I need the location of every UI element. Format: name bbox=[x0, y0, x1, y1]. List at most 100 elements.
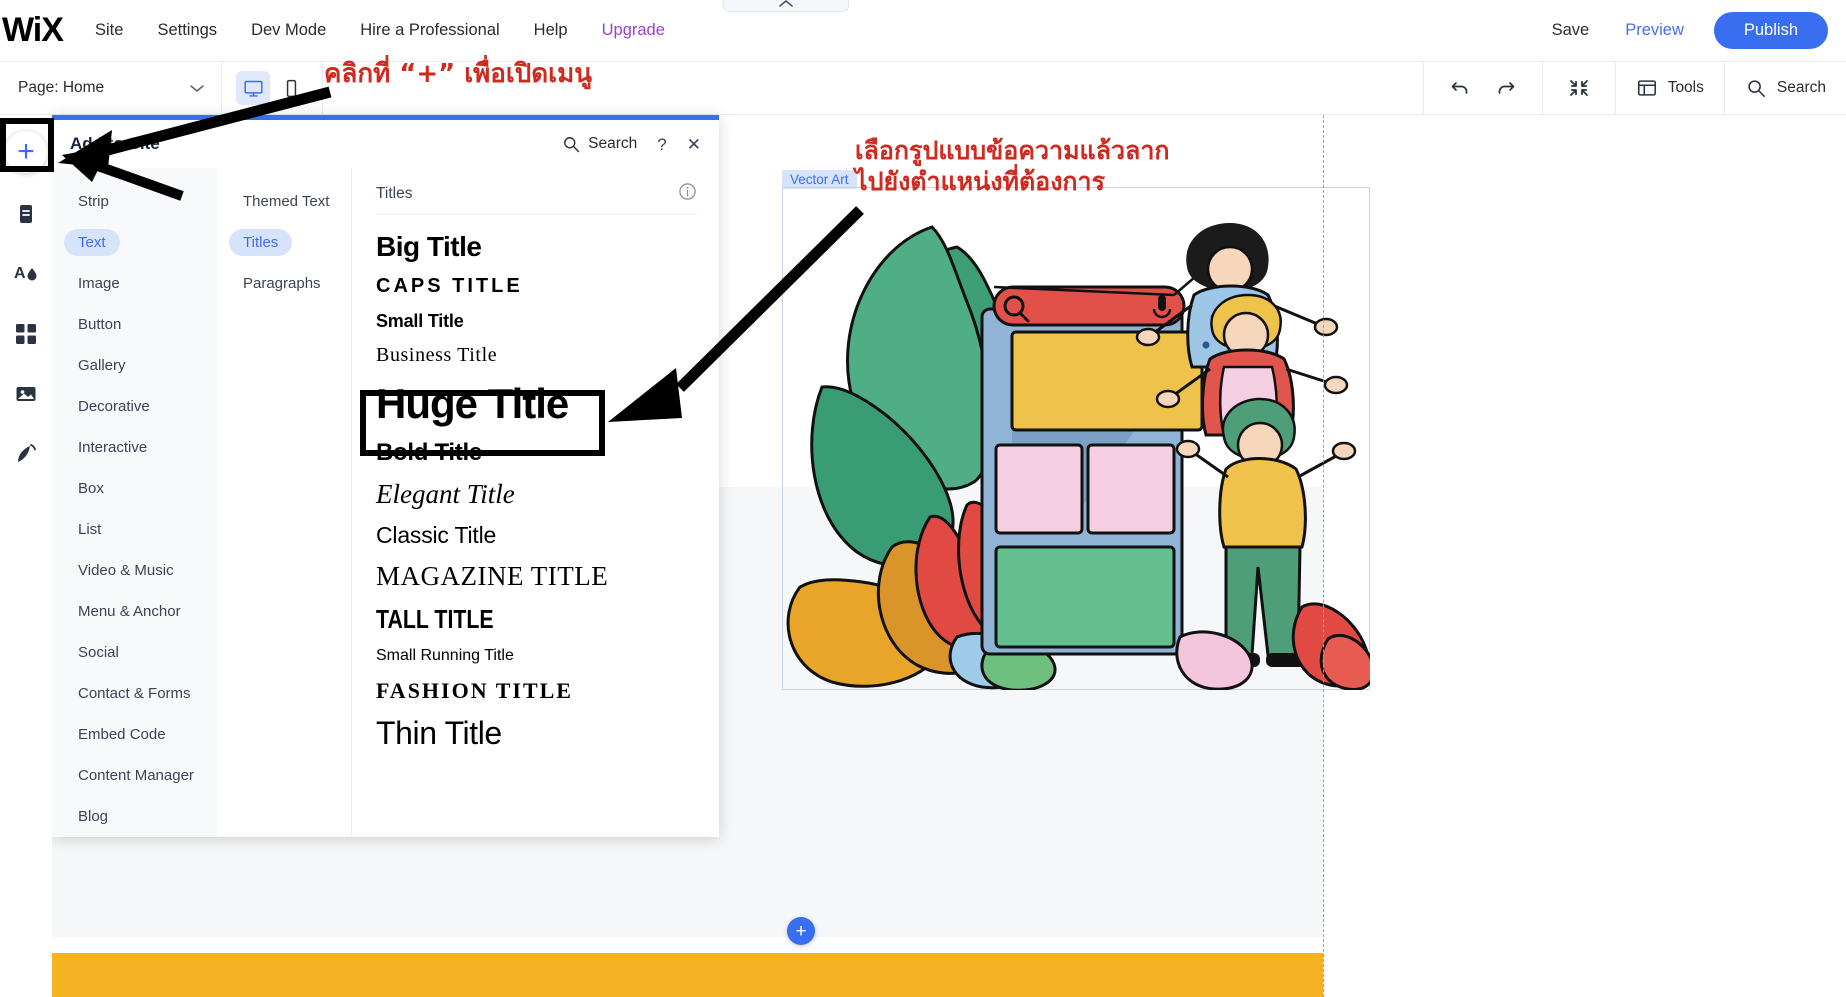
category-label: Embed Code bbox=[78, 726, 166, 743]
collapse-tab[interactable] bbox=[723, 0, 849, 12]
title-style-bold-title[interactable]: Bold Title bbox=[376, 433, 697, 473]
category-image[interactable]: Image bbox=[52, 263, 217, 304]
left-rail: + A bbox=[0, 115, 52, 997]
category-gallery[interactable]: Gallery bbox=[52, 345, 217, 386]
category-list[interactable]: List bbox=[52, 509, 217, 550]
category-contact-forms[interactable]: Contact & Forms bbox=[52, 673, 217, 714]
title-style-tall-title[interactable]: TALL TITLE bbox=[376, 598, 639, 640]
page-prefix: Page: bbox=[18, 79, 59, 96]
canvas-guide-line bbox=[1323, 115, 1324, 997]
panel-search-button[interactable]: Search bbox=[561, 134, 637, 154]
category-text[interactable]: Text bbox=[52, 222, 217, 263]
category-box[interactable]: Box bbox=[52, 468, 217, 509]
category-label: Button bbox=[78, 316, 122, 333]
rail-item-media[interactable] bbox=[7, 375, 45, 413]
subcategory-themed-text[interactable]: Themed Text bbox=[217, 181, 351, 222]
add-section-button[interactable]: + bbox=[787, 917, 815, 945]
page-selector[interactable]: Page: Home bbox=[0, 62, 222, 114]
topnav-item-hire-a-professional[interactable]: Hire a Professional bbox=[343, 15, 516, 46]
tools-group: Tools bbox=[1614, 62, 1724, 114]
zoom-group bbox=[1541, 62, 1615, 114]
rail-item-theme[interactable]: A bbox=[7, 255, 45, 293]
rail-item-content[interactable] bbox=[7, 435, 45, 473]
pages-icon bbox=[20, 205, 32, 223]
category-button[interactable]: Button bbox=[52, 304, 217, 345]
save-button[interactable]: Save bbox=[1534, 15, 1608, 46]
undo-button[interactable] bbox=[1444, 72, 1476, 104]
title-style-big-title[interactable]: Big Title bbox=[376, 225, 697, 269]
search-label: Search bbox=[1776, 79, 1826, 96]
subcategory-paragraphs[interactable]: Paragraphs bbox=[217, 263, 351, 304]
redo-button[interactable] bbox=[1490, 72, 1522, 104]
title-style-small-title[interactable]: Small Title bbox=[376, 305, 697, 338]
preview-button[interactable]: Preview bbox=[1607, 15, 1702, 46]
blog-pen-icon bbox=[18, 444, 36, 462]
category-social[interactable]: Social bbox=[52, 632, 217, 673]
search-button[interactable]: Search bbox=[1745, 77, 1826, 99]
chevron-up-icon bbox=[779, 0, 793, 7]
title-style-huge-title[interactable]: Huge Title bbox=[376, 374, 697, 433]
footer-strip[interactable] bbox=[52, 953, 1323, 997]
topnav-item-site[interactable]: Site bbox=[78, 15, 140, 46]
info-icon-glyph bbox=[679, 183, 696, 200]
topnav-item-dev-mode[interactable]: Dev Mode bbox=[234, 15, 343, 46]
rail-item-pages[interactable] bbox=[7, 195, 45, 233]
title-style-caps-title[interactable]: CAPS TITLE bbox=[376, 269, 697, 305]
category-embed-code[interactable]: Embed Code bbox=[52, 714, 217, 755]
title-style-classic-title[interactable]: Classic Title bbox=[376, 516, 697, 555]
zoom-out-icon bbox=[1569, 80, 1588, 96]
category-decorative[interactable]: Decorative bbox=[52, 386, 217, 427]
panel-header: Add to Site Search ? ✕ bbox=[52, 120, 719, 168]
panel-close-button[interactable]: ✕ bbox=[687, 136, 701, 153]
category-content-manager[interactable]: Content Manager bbox=[52, 755, 217, 796]
page-selector-label: Page: Home bbox=[18, 79, 104, 97]
category-blog[interactable]: Blog bbox=[52, 796, 217, 837]
publish-button[interactable]: Publish bbox=[1713, 12, 1828, 49]
topnav-item-help[interactable]: Help bbox=[517, 15, 585, 46]
category-menu-anchor[interactable]: Menu & Anchor bbox=[52, 591, 217, 632]
page-name: Home bbox=[62, 79, 105, 96]
title-style-business-title[interactable]: Business Title bbox=[376, 338, 697, 374]
items-header: Titles bbox=[376, 182, 697, 215]
apps-icon bbox=[16, 324, 36, 344]
mobile-icon bbox=[286, 79, 296, 97]
subcategory-titles[interactable]: Titles bbox=[217, 222, 351, 263]
category-label: Menu & Anchor bbox=[78, 603, 181, 620]
subcategory-label: Themed Text bbox=[243, 193, 330, 210]
title-style-fashion-title[interactable]: FASHION TITLE bbox=[376, 672, 697, 710]
panel-subcategory-list: Themed Text Titles Paragraphs bbox=[217, 168, 352, 837]
title-style-magazine-title[interactable]: MAGAZINE TITLE bbox=[376, 555, 697, 598]
search-group: Search bbox=[1723, 62, 1846, 114]
category-interactive[interactable]: Interactive bbox=[52, 427, 217, 468]
zoom-out-button[interactable] bbox=[1563, 72, 1595, 104]
tools-button[interactable]: Tools bbox=[1636, 77, 1704, 99]
category-label: Video & Music bbox=[78, 562, 174, 579]
vector-art-illustration[interactable] bbox=[782, 187, 1370, 690]
wix-logo[interactable]: WiX bbox=[0, 11, 78, 50]
top-bar-actions: Save Preview Publish bbox=[1534, 12, 1846, 49]
desktop-icon bbox=[243, 80, 263, 97]
topnav-item-upgrade[interactable]: Upgrade bbox=[585, 15, 682, 46]
top-bar: WiX Site Settings Dev Mode Hire a Profes… bbox=[0, 0, 1846, 62]
category-video-music[interactable]: Video & Music bbox=[52, 550, 217, 591]
category-strip[interactable]: Strip bbox=[52, 181, 217, 222]
rail-item-apps[interactable] bbox=[7, 315, 45, 353]
desktop-view-button[interactable] bbox=[236, 71, 270, 105]
topnav-item-settings[interactable]: Settings bbox=[140, 15, 234, 46]
title-style-small-running-title[interactable]: Small Running Title bbox=[376, 640, 697, 671]
theme-icon: A bbox=[14, 265, 37, 282]
items-header-title: Titles bbox=[376, 185, 413, 202]
category-label: Box bbox=[78, 480, 104, 497]
add-elements-button[interactable]: + bbox=[5, 131, 47, 173]
wix-editor-window: WiX Site Settings Dev Mode Hire a Profes… bbox=[0, 0, 1846, 997]
media-icon bbox=[16, 387, 36, 401]
add-to-site-panel: Add to Site Search ? ✕ Strip Text Image bbox=[52, 115, 719, 837]
title-style-elegant-title[interactable]: Elegant Title bbox=[376, 473, 697, 516]
category-label: Contact & Forms bbox=[78, 685, 191, 702]
title-style-thin-title[interactable]: Thin Title bbox=[376, 709, 697, 758]
panel-body: Strip Text Image Button Gallery Decorati… bbox=[52, 168, 719, 837]
info-icon[interactable] bbox=[678, 182, 697, 206]
panel-category-list: Strip Text Image Button Gallery Decorati… bbox=[52, 168, 217, 837]
mobile-view-button[interactable] bbox=[274, 71, 308, 105]
panel-help-button[interactable]: ? bbox=[657, 136, 666, 153]
